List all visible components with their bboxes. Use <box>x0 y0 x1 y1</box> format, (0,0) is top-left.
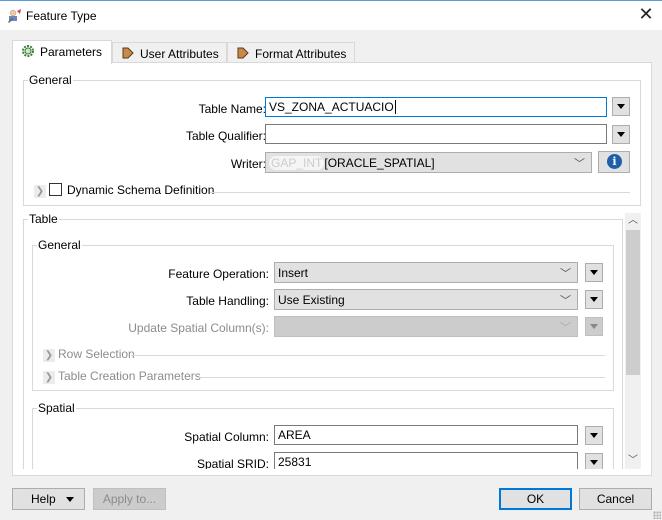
writer-prefix: GAP_INT <box>269 156 325 170</box>
table-name-input[interactable]: VS_ZONA_ACTUACIO <box>265 97 607 117</box>
gear-icon <box>22 45 34 57</box>
feature-operation-combo[interactable]: Insert ﹀ <box>274 262 578 283</box>
chevron-down-icon <box>66 497 74 502</box>
spatial-srid-menu-button[interactable] <box>585 453 603 469</box>
help-button[interactable]: Help <box>12 488 85 510</box>
close-button[interactable]: ✕ <box>636 5 656 25</box>
spatial-column-menu-button[interactable] <box>585 426 603 445</box>
info-icon: i <box>607 154 622 169</box>
table-name-value: VS_ZONA_ACTUACIO <box>269 100 394 114</box>
general-legend: General <box>28 73 73 87</box>
spatial-column-value: AREA <box>278 428 311 442</box>
parameters-panel: General Table Name: VS_ZONA_ACTUACIO Tab… <box>12 62 652 476</box>
table-handling-value: Use Existing <box>278 293 345 307</box>
dynamic-schema-label: Dynamic Schema Definition <box>67 183 215 197</box>
feature-operation-value: Insert <box>278 266 309 280</box>
fme-workbench-icon <box>8 9 21 23</box>
chevron-right-icon: ❯ <box>43 371 55 384</box>
writer-info-button[interactable]: i <box>598 151 630 173</box>
scroll-up-icon[interactable]: ︿ <box>625 213 641 229</box>
spatial-srid-value: 25831 <box>278 455 312 469</box>
tab-label: Parameters <box>40 45 103 59</box>
spatial-column-input[interactable]: AREA <box>274 425 578 445</box>
feature-operation-menu-button[interactable] <box>585 263 603 282</box>
table-creation-parameters-expander[interactable]: ❯ Table Creation Parameters <box>43 369 201 384</box>
tab-user-attributes[interactable]: User Attributes <box>112 42 227 63</box>
chevron-down-icon: ﹀ <box>574 158 585 170</box>
update-spatial-columns-menu-button <box>585 317 603 336</box>
spatial-column-label: Spatial Column: <box>184 430 269 444</box>
scroll-thumb[interactable] <box>626 230 640 375</box>
spatial-srid-input[interactable]: 25831 <box>274 452 578 469</box>
table-creation-parameters-label: Table Creation Parameters <box>58 369 201 383</box>
general-group: General Table Name: VS_ZONA_ACTUACIO Tab… <box>23 73 641 206</box>
apply-to-label: Apply to... <box>102 492 157 506</box>
table-qualifier-label: Table Qualifier: <box>185 129 266 143</box>
scroll-down-icon[interactable]: ﹀ <box>625 453 641 469</box>
window-title: Feature Type <box>26 9 97 23</box>
dynamic-schema-checkbox[interactable] <box>49 183 62 196</box>
writer-value: [ORACLE_SPATIAL] <box>324 156 435 170</box>
tab-format-attributes[interactable]: Format Attributes <box>227 42 355 63</box>
row-selection-label: Row Selection <box>58 347 135 361</box>
table-group: Table General Feature Operation: Insert … <box>23 213 623 469</box>
divider <box>210 192 630 193</box>
tab-label: Format Attributes <box>255 47 347 61</box>
spatial-srid-label: Spatial SRID: <box>196 457 269 469</box>
arrow-right-icon <box>237 47 249 59</box>
table-name-menu-button[interactable] <box>612 97 630 116</box>
row-selection-expander[interactable]: ❯ Row Selection <box>43 347 135 362</box>
title-bar: Feature Type ✕ <box>0 0 662 30</box>
apply-to-button: Apply to... <box>93 488 166 510</box>
divider <box>131 355 605 356</box>
tab-parameters[interactable]: Parameters <box>12 40 112 64</box>
update-spatial-columns-label: Update Spatial Column(s): <box>128 321 269 335</box>
table-general-legend: General <box>37 238 82 252</box>
table-legend: Table <box>28 213 59 226</box>
writer-combo[interactable]: GAP_INT [ORACLE_SPATIAL] ﹀ <box>265 152 592 173</box>
cancel-label: Cancel <box>596 492 635 506</box>
tab-label: User Attributes <box>140 47 219 61</box>
ok-label: OK <box>526 492 545 506</box>
resize-grip[interactable] <box>653 511 661 519</box>
cancel-button[interactable]: Cancel <box>579 488 652 510</box>
table-general-group: General Feature Operation: Insert ﹀ Tabl… <box>32 238 614 391</box>
dynamic-schema-expander[interactable]: ❯ Dynamic Schema Definition <box>34 183 214 198</box>
chevron-down-icon: ﹀ <box>560 295 571 307</box>
table-handling-combo[interactable]: Use Existing ﹀ <box>274 289 578 310</box>
divider <box>199 377 605 378</box>
feature-operation-label: Feature Operation: <box>168 267 269 281</box>
arrow-right-icon <box>122 47 134 59</box>
writer-label: Writer: <box>230 157 266 171</box>
chevron-down-icon: ﹀ <box>560 322 571 334</box>
chevron-right-icon: ❯ <box>34 185 46 198</box>
spatial-group: Spatial Spatial Column: AREA Spatial SRI… <box>32 401 614 469</box>
update-spatial-columns-combo: ﹀ <box>274 316 578 337</box>
table-scroll-area: Table General Feature Operation: Insert … <box>13 213 625 469</box>
ok-button[interactable]: OK <box>499 488 572 510</box>
chevron-down-icon: ﹀ <box>560 268 571 280</box>
close-icon: ✕ <box>638 4 654 24</box>
vertical-scrollbar[interactable]: ︿ ﹀ <box>625 213 641 469</box>
help-label: Help <box>31 492 56 506</box>
table-handling-menu-button[interactable] <box>585 290 603 309</box>
table-handling-label: Table Handling: <box>186 294 269 308</box>
table-qualifier-menu-button[interactable] <box>612 125 630 144</box>
spatial-legend: Spatial <box>37 401 76 415</box>
table-qualifier-input[interactable] <box>265 124 607 144</box>
chevron-right-icon: ❯ <box>43 349 55 362</box>
table-name-label: Table Name: <box>198 102 266 116</box>
